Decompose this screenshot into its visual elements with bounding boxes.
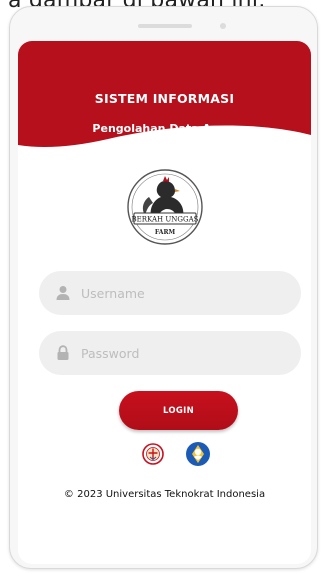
username-input[interactable] bbox=[81, 271, 286, 315]
username-field[interactable] bbox=[39, 271, 301, 315]
berkah-unggas-farm-logo: BERKAH UNGGAS FARM bbox=[127, 169, 203, 245]
lock-icon bbox=[57, 345, 69, 360]
phone-frame: SISTEM INFORMASI Pengolahan Data Ayam BE… bbox=[9, 6, 318, 569]
tut-wuri-handayani-emblem-icon bbox=[186, 442, 210, 466]
login-button[interactable]: LOGIN bbox=[119, 391, 238, 430]
phone-speaker bbox=[138, 24, 192, 28]
university-emblem-icon bbox=[142, 443, 164, 465]
app-title: SISTEM INFORMASI bbox=[94, 91, 235, 106]
app-subtitle: Pengolahan Data Ayam bbox=[92, 122, 237, 135]
login-screen: SISTEM INFORMASI Pengolahan Data Ayam BE… bbox=[18, 41, 311, 564]
phone-camera bbox=[220, 23, 226, 29]
copyright-footer: © 2023 Universitas Teknokrat Indonesia bbox=[63, 489, 266, 500]
logo-line1: BERKAH UNGGAS bbox=[132, 216, 199, 224]
password-field[interactable] bbox=[39, 331, 301, 375]
user-icon bbox=[56, 286, 70, 300]
password-input[interactable] bbox=[81, 331, 286, 375]
logo-line2: FARM bbox=[155, 229, 176, 236]
